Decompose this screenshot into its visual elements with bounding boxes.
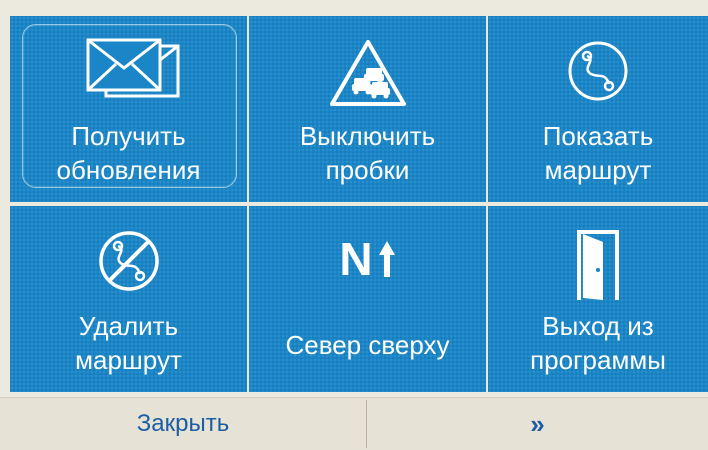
up-arrow-icon	[378, 241, 395, 277]
traffic-jam-sign-icon	[249, 38, 486, 108]
next-page-button[interactable]: »	[367, 398, 708, 450]
get-updates-button[interactable]: Получить обновления	[10, 16, 247, 202]
menu-grid: Получить обновления Выключить пробки Пок…	[0, 0, 708, 397]
tile-label-line1: Выключить	[299, 121, 436, 151]
north-letter: N	[339, 233, 374, 285]
envelopes-icon	[10, 38, 247, 100]
show-route-button[interactable]: Показать маршрут	[488, 16, 708, 202]
tile-label-line2: маршрут	[544, 155, 652, 185]
delete-route-icon	[10, 228, 247, 294]
tile-label-line1: Удалить	[78, 311, 179, 341]
exit-program-button[interactable]: Выход из программы	[488, 206, 708, 392]
tile-label-line2: программы	[530, 345, 666, 375]
exit-door-icon	[488, 228, 708, 302]
tile-label-line1: Север сверху	[285, 330, 450, 360]
tile-label-line2: пробки	[325, 155, 410, 185]
north-up-button[interactable]: N Север сверху	[249, 206, 486, 392]
tile-label-line1: Получить	[71, 121, 186, 151]
north-up-icon: N	[249, 228, 486, 282]
tile-label-line1: Показать	[542, 121, 654, 151]
delete-route-button[interactable]: Удалить маршрут	[10, 206, 247, 392]
disable-traffic-button[interactable]: Выключить пробки	[249, 16, 486, 202]
close-button[interactable]: Закрыть	[0, 398, 366, 450]
bottom-bar: Закрыть »	[0, 397, 708, 450]
tile-label-line1: Выход из	[542, 311, 654, 341]
tile-label-line2: маршрут	[75, 345, 182, 375]
tile-label-line2: обновления	[56, 155, 201, 185]
route-icon	[488, 38, 708, 104]
